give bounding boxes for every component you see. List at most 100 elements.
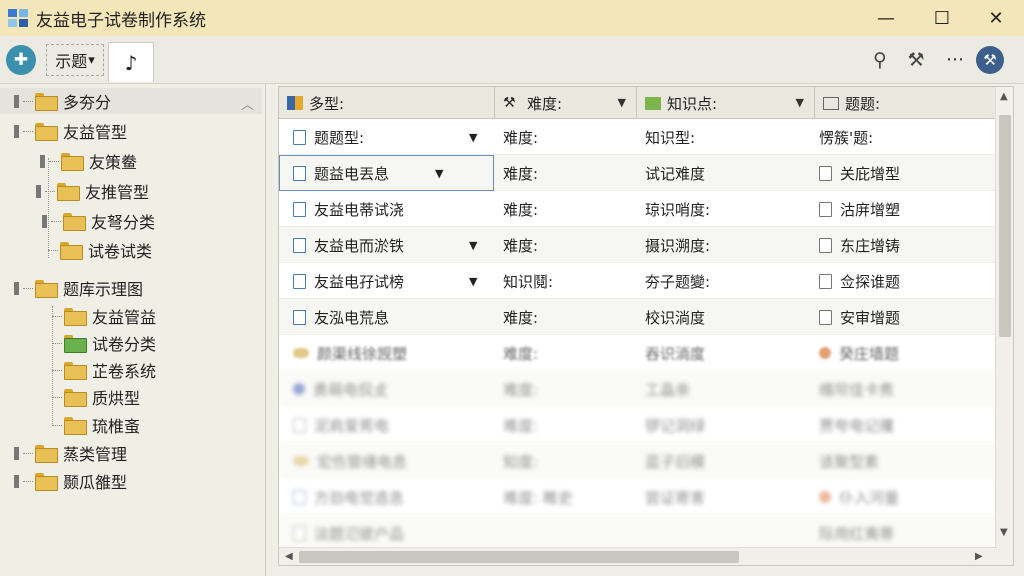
- document-icon: [819, 273, 832, 289]
- tree-item-label: 蒸类管理: [63, 445, 128, 464]
- folder-tree-icon: [645, 96, 661, 110]
- chevron-down-icon[interactable]: ▼: [469, 239, 477, 252]
- tree-item-4[interactable]: 友弩分类: [0, 208, 155, 234]
- folder-icon: [64, 389, 87, 407]
- document-icon: [293, 309, 306, 325]
- chevron-down-icon[interactable]: ▼: [469, 131, 477, 144]
- app-home-icon[interactable]: ✚: [6, 45, 36, 75]
- column-header-knowledge[interactable]: 知识点: ▼: [637, 87, 815, 119]
- tree-item-label: 友策鲞: [89, 153, 138, 172]
- tree-item-9[interactable]: 芷卷系统: [0, 357, 156, 383]
- folder-icon: [64, 417, 87, 435]
- document-icon: [293, 489, 306, 505]
- tree-item-label: 题库示理图: [63, 280, 144, 299]
- tree-item-label: 颞瓜雒型: [63, 473, 128, 492]
- folder-icon: [61, 153, 84, 171]
- scroll-right-arrow-icon[interactable]: ▶: [975, 551, 983, 562]
- folder-icon: [60, 242, 83, 260]
- tree-item-8[interactable]: 试卷分类: [0, 330, 156, 356]
- table-row[interactable]: 题益电丟息 ▼ 难度: 试记难度 关庇增型: [279, 155, 997, 191]
- question-grid: 多型: ⚒ 难度: ▼ 知识点: ▼ 题题: 题题型: ▼ 难度: 知识型: 愣…: [278, 86, 1014, 566]
- table-row[interactable]: 友益电孖试榜 ▼ 知识鬩: 夯子题變: 佥探谁题: [279, 263, 997, 299]
- column-header-type[interactable]: 多型:: [279, 87, 495, 119]
- document-icon: [293, 201, 306, 217]
- checked-folder-icon: [64, 335, 87, 353]
- scroll-left-arrow-icon[interactable]: ◀: [285, 551, 293, 562]
- folder-icon: [35, 280, 58, 298]
- column-header-title[interactable]: 题题:: [815, 87, 997, 119]
- chevron-down-icon[interactable]: ▼: [469, 275, 477, 288]
- folder-icon: [35, 473, 58, 491]
- document-icon: [293, 417, 306, 433]
- chevron-up-icon[interactable]: ︿: [241, 94, 254, 113]
- tree-item-label: 质烘型: [92, 389, 141, 408]
- vertical-scrollbar[interactable]: ▲ ▼: [995, 87, 1013, 565]
- table-row[interactable]: 友益电而淤铁 ▼ 难度: 摄识溯度: 东庄增铸: [279, 227, 997, 263]
- music-note-icon: ♪: [124, 50, 138, 75]
- more-options-button[interactable]: ···: [940, 44, 970, 76]
- toolbar: ✚ 示题 ▾ ♪ ⚲ ⚒ ··· ⚒: [0, 36, 1024, 84]
- question-dropdown-label: 示题: [55, 52, 88, 71]
- folder-icon: [63, 213, 86, 231]
- grid-header: 多型: ⚒ 难度: ▼ 知识点: ▼ 题题:: [279, 87, 997, 119]
- question-dropdown[interactable]: 示题 ▾: [46, 44, 104, 76]
- tree-item-12[interactable]: 蒸类管理: [0, 440, 127, 466]
- minimize-button[interactable]: —: [858, 0, 914, 36]
- table-row[interactable]: 勇萌电侃攴 难度: 工晶亲 缗帘佳卡煮: [279, 371, 997, 407]
- tree-item-10[interactable]: 质烘型: [0, 384, 140, 410]
- document-icon: [293, 237, 306, 253]
- tree-item-6[interactable]: 题库示理图: [0, 275, 143, 301]
- tree-item-1[interactable]: 友益管型: [0, 118, 127, 144]
- tree-item-13[interactable]: 颞瓜雒型: [0, 468, 127, 494]
- status-dot-icon: [819, 347, 831, 359]
- folder-icon: [64, 362, 87, 380]
- scroll-up-arrow-icon[interactable]: ▲: [1000, 91, 1008, 102]
- tools-icon: ⚒: [503, 95, 516, 111]
- table-row[interactable]: 友泓电荒息 难度: 校识淌度 安审增题: [279, 299, 997, 335]
- table-row[interactable]: 宏伤管缮电息 知度: 蓝子旧模 该聚型素: [279, 443, 997, 479]
- chevron-down-icon[interactable]: ▼: [796, 96, 804, 109]
- maximize-button[interactable]: ☐: [914, 0, 970, 36]
- user-avatar-icon[interactable]: ⚒: [976, 46, 1004, 74]
- table-row[interactable]: 题题型: ▼ 难度: 知识型: 愣簇'题:: [279, 119, 997, 155]
- tools-icon[interactable]: ⚒: [902, 44, 930, 76]
- document-icon: [293, 165, 306, 181]
- tree-item-5[interactable]: 试卷试类: [0, 237, 152, 263]
- folder-icon: [35, 445, 58, 463]
- horizontal-scrollbar[interactable]: ◀ ▶: [279, 547, 997, 565]
- document-icon: [293, 129, 306, 145]
- title-bar: 友益电子试卷制作系统 — ☐ ✕: [0, 0, 1024, 36]
- tree-item-0[interactable]: 多夯分 ︿: [0, 88, 262, 114]
- tree-item-label: 芷卷系统: [92, 362, 157, 381]
- scroll-down-arrow-icon[interactable]: ▼: [1000, 527, 1008, 538]
- status-dot-icon: [819, 491, 831, 503]
- pill-icon: [293, 348, 309, 358]
- horizontal-scroll-thumb[interactable]: [299, 551, 739, 563]
- tree-item-2[interactable]: 友策鲞: [0, 148, 137, 174]
- folder-icon: [57, 183, 80, 201]
- folder-icon: [35, 123, 58, 141]
- tree-item-label: 友弩分类: [91, 213, 156, 232]
- table-row[interactable]: 友益电蒂试浇 难度: 琼识哨度: 沽庰增塑: [279, 191, 997, 227]
- tree-item-label: 琉椎蚉: [92, 417, 141, 436]
- column-header-difficulty[interactable]: ⚒ 难度: ▼: [495, 87, 637, 119]
- pin-icon[interactable]: ⚲: [866, 44, 894, 76]
- tree-item-3[interactable]: 友推管型: [0, 178, 149, 204]
- chevron-down-icon[interactable]: ▼: [435, 167, 443, 180]
- globe-icon: [293, 383, 305, 395]
- document-icon: [293, 273, 306, 289]
- tree-item-label: 友推管型: [85, 183, 150, 202]
- folder-icon: [35, 93, 58, 111]
- document-icon: [819, 309, 832, 325]
- table-row[interactable]: 泥肩爱莠电 难度: 锣记洞绿 贾夸电记攫: [279, 407, 997, 443]
- close-button[interactable]: ✕: [968, 0, 1024, 36]
- table-row[interactable]: 方劲电觉造息 难度: 睢史 尝证寄害 仆入河量: [279, 479, 997, 515]
- tab-music[interactable]: ♪: [108, 42, 154, 82]
- table-row[interactable]: 颜渠线徐觊塑 难度: 吞识淌度 癸庄墙题: [279, 335, 997, 371]
- vertical-scroll-thumb[interactable]: [999, 115, 1011, 337]
- table-row[interactable]: 淡题氾彼户品 际用红夷蒂: [279, 515, 997, 551]
- chevron-down-icon: ▾: [88, 52, 95, 68]
- chevron-down-icon[interactable]: ▼: [618, 96, 626, 109]
- tree-item-7[interactable]: 友益管益: [0, 303, 156, 329]
- tree-item-11[interactable]: 琉椎蚉: [0, 412, 140, 438]
